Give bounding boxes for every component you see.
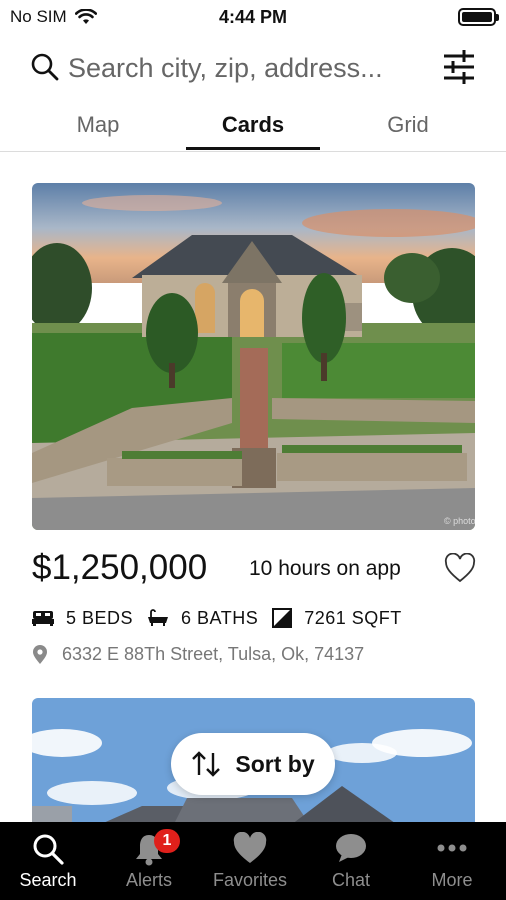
active-tab-indicator: [186, 147, 320, 150]
search-icon: [33, 834, 64, 865]
tab-cards[interactable]: Cards: [186, 112, 320, 138]
listing-address-row: 6332 E 88Th Street, Tulsa, Ok, 74137: [32, 644, 364, 665]
alerts-badge: 1: [154, 829, 180, 853]
chat-bubble-icon: [336, 834, 366, 862]
baths-count: 6 BATHS: [181, 607, 259, 628]
view-tabs: Map Cards Grid: [0, 104, 506, 152]
sort-arrows-icon: [192, 751, 221, 777]
svg-text:© photo: © photo: [444, 516, 475, 526]
nav-search[interactable]: Search: [0, 822, 98, 900]
beds-spec: 5 BEDS: [32, 608, 133, 629]
nav-alerts-label: Alerts: [125, 870, 172, 890]
nav-alerts[interactable]: 1 Alerts: [99, 822, 199, 900]
sqft-value: 7261 SQFT: [304, 607, 402, 628]
bottom-tab-bar: Search 1 Alerts Favorites Chat More: [0, 822, 506, 900]
nav-favorites[interactable]: Favorites: [200, 822, 300, 900]
nav-more-label: More: [431, 870, 473, 890]
nav-search-label: Search: [19, 870, 77, 890]
nav-more[interactable]: More: [402, 822, 502, 900]
sort-by-label: Sort by: [235, 750, 315, 777]
listing-specs: 5 BEDS 6 BATHS 7261 SQFT: [32, 605, 416, 631]
clock: 4:44 PM: [218, 7, 288, 27]
search-input[interactable]: [68, 48, 428, 88]
tab-map[interactable]: Map: [31, 112, 165, 138]
search-icon: [31, 53, 59, 81]
baths-spec: 6 BATHS: [147, 608, 258, 629]
listing-address: 6332 E 88Th Street, Tulsa, Ok, 74137: [62, 644, 365, 664]
battery-icon: [458, 8, 499, 26]
nav-chat[interactable]: Chat: [301, 822, 401, 900]
bathtub-icon: [148, 609, 169, 626]
time-on-app: 10 hours on app: [249, 557, 401, 580]
search-bar: [0, 44, 506, 92]
bed-icon: [32, 611, 54, 626]
tab-grid[interactable]: Grid: [341, 112, 475, 138]
location-pin-icon: [33, 644, 47, 664]
listing-photo[interactable]: © photo: [32, 183, 475, 530]
nav-chat-label: Chat: [331, 870, 371, 890]
favorite-heart-icon[interactable]: [444, 553, 476, 583]
nav-favorites-label: Favorites: [212, 870, 288, 890]
sqft-spec: 7261 SQFT: [272, 608, 402, 629]
status-bar: No SIM 4:44 PM: [0, 0, 506, 34]
heart-icon: [233, 832, 267, 863]
sort-by-button[interactable]: Sort by: [171, 733, 335, 795]
beds-count: 5 BEDS: [66, 607, 134, 628]
more-dots-icon: [437, 844, 467, 852]
filter-sliders-icon[interactable]: [442, 48, 476, 86]
listing-price: $1,250,000: [32, 548, 208, 587]
area-square-icon: [272, 608, 293, 628]
